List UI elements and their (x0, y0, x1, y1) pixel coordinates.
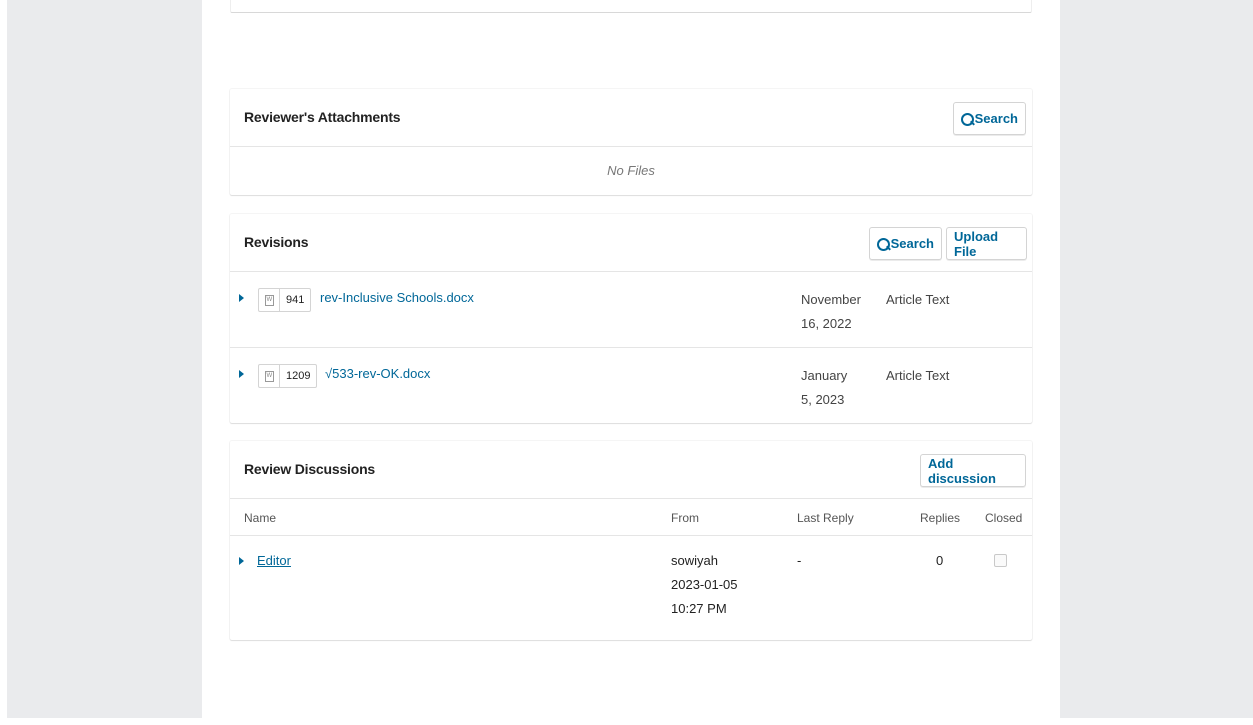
expand-caret-icon[interactable] (239, 370, 244, 378)
revision-row: 1209 √533-rev-OK.docx January 5, 2023 Ar… (230, 348, 1032, 424)
review-discussions-panel: Review Discussions Add discussion Name F… (230, 441, 1032, 640)
column-name: Name (244, 511, 277, 525)
revision-file-type: Article Text (886, 368, 950, 383)
expand-caret-icon[interactable] (239, 294, 244, 302)
column-from: From (671, 511, 699, 525)
no-files-text: No Files (607, 163, 655, 178)
discussion-replies-count: 0 (936, 553, 944, 568)
reviewer-attachments-panel: Reviewer's Attachments Search No Files (230, 89, 1032, 195)
column-last-reply: Last Reply (797, 511, 854, 525)
previous-panel-bottom (230, 0, 1032, 13)
revision-file-type: Article Text (886, 292, 950, 307)
expand-caret-icon[interactable] (239, 557, 244, 565)
upload-file-button[interactable]: Upload File (946, 227, 1027, 260)
attachments-title: Reviewer's Attachments (244, 109, 401, 125)
file-id-box: 1209 (258, 364, 318, 388)
revisions-panel: Revisions Search Upload File 941 rev-Inc… (230, 214, 1032, 423)
revision-file-link[interactable]: √533-rev-OK.docx (325, 366, 430, 381)
revisions-header: Revisions Search Upload File (230, 214, 1032, 272)
revisions-title: Revisions (244, 234, 309, 250)
revision-date: January 5, 2023 (801, 368, 848, 407)
column-replies: Replies (920, 511, 961, 525)
revision-file-link[interactable]: rev-Inclusive Schools.docx (320, 290, 474, 305)
word-document-icon (259, 289, 280, 311)
discussion-last-reply: - (797, 553, 802, 568)
file-id-box: 941 (258, 288, 312, 312)
revision-row: 941 rev-Inclusive Schools.docx November … (230, 272, 1032, 348)
discussion-name-link[interactable]: Editor (257, 549, 291, 573)
add-discussion-button[interactable]: Add discussion (920, 454, 1026, 487)
attachments-header: Reviewer's Attachments Search (230, 89, 1032, 147)
revision-date: November 16, 2022 (801, 292, 861, 331)
main-content: Reviewer's Attachments Search No Files R… (202, 0, 1060, 718)
discussion-from: sowiyah 2023-01-05 10:27 PM (671, 553, 738, 616)
revisions-search-button[interactable]: Search (869, 227, 942, 260)
table-row: Editor sowiyah 2023-01-05 10:27 PM - 0 (230, 536, 1032, 639)
column-closed: Closed (985, 511, 1023, 525)
discussions-table-header: Name From Last Reply Replies Closed (230, 499, 1032, 536)
discussions-title: Review Discussions (244, 461, 376, 477)
discussions-header: Review Discussions Add discussion (230, 441, 1032, 499)
search-icon (961, 112, 974, 126)
attachments-search-button[interactable]: Search (953, 102, 1026, 135)
search-icon (877, 237, 890, 251)
word-document-icon (259, 365, 280, 387)
closed-checkbox[interactable] (994, 554, 1007, 567)
